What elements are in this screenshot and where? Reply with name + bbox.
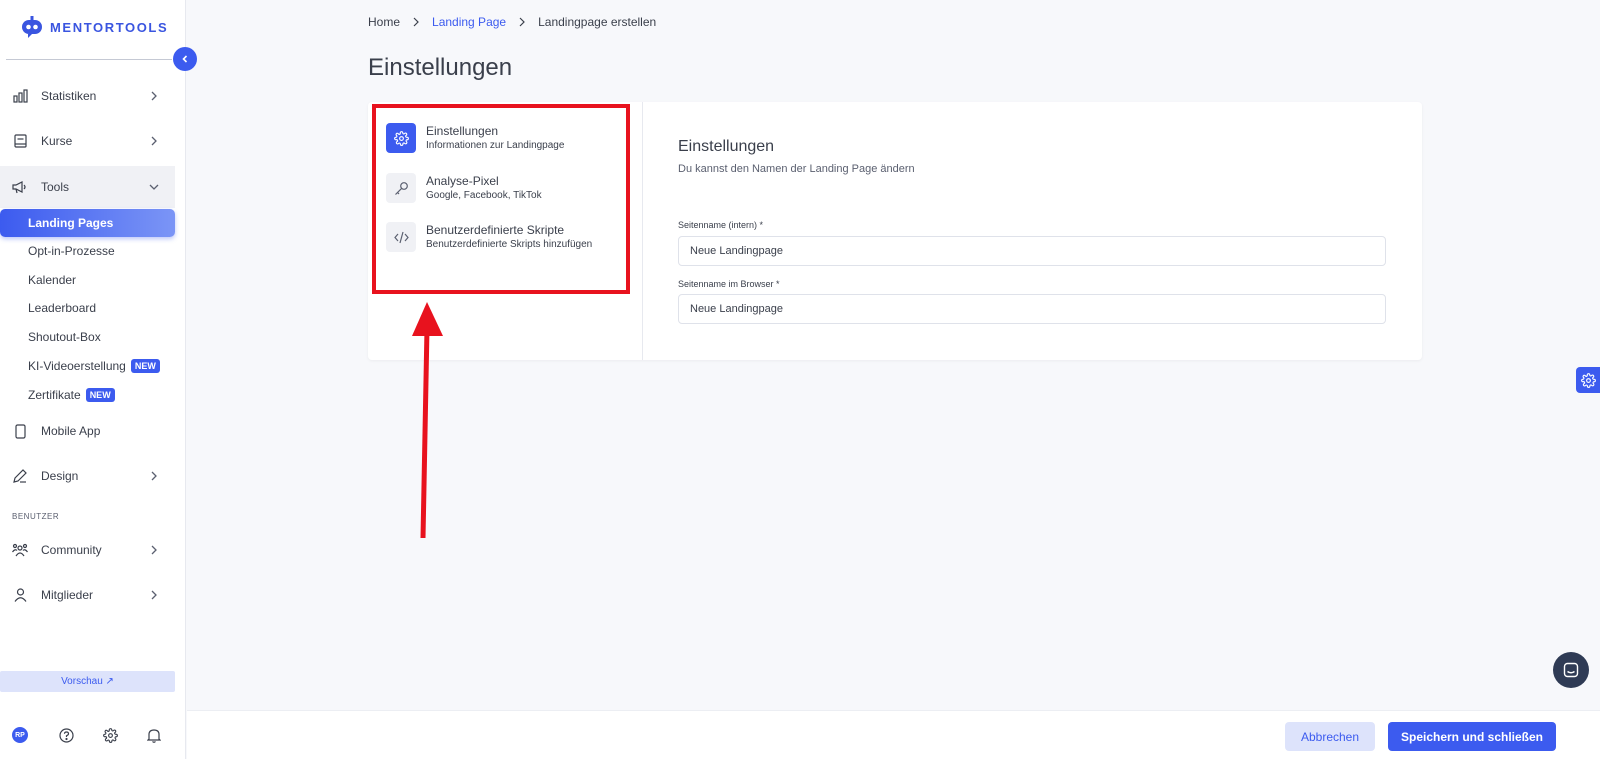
settings-form: Einstellungen Du kannst den Namen der La… xyxy=(678,138,1388,324)
sidebar-subitem-kalender[interactable]: Kalender xyxy=(28,270,76,290)
divider xyxy=(642,102,643,360)
page-name-internal-input[interactable] xyxy=(678,236,1386,266)
sidebar-item-label: Mobile App xyxy=(41,424,101,438)
chevron-right-icon xyxy=(413,17,419,27)
settings-menu-highlight: Einstellungen Informationen zur Landingp… xyxy=(372,104,630,294)
sidebar-subitem-opt-in[interactable]: Opt-in-Prozesse xyxy=(28,241,115,261)
settings-menu-item-skripte[interactable]: Benutzerdefinierte Skripte Benutzerdefin… xyxy=(386,219,626,255)
gear-icon xyxy=(386,123,416,153)
sidebar-bottom-bar: RP xyxy=(12,727,172,747)
floating-settings-button[interactable] xyxy=(1576,367,1600,393)
chevron-down-icon xyxy=(149,184,159,190)
settings-menu-title: Benutzerdefinierte Skripte xyxy=(426,223,565,237)
settings-menu-subtitle: Informationen zur Landingpage xyxy=(426,140,565,151)
settings-menu-subtitle: Benutzerdefinierte Skripts hinzufügen xyxy=(426,239,593,250)
chevron-right-icon xyxy=(151,590,157,600)
settings-menu-item-analyse-pixel[interactable]: Analyse-Pixel Google, Facebook, TikTok xyxy=(386,170,626,206)
sidebar-subitem-landing-pages[interactable]: Landing Pages xyxy=(0,209,175,237)
form-title: Einstellungen xyxy=(678,138,775,155)
save-and-close-button[interactable]: Speichern und schließen xyxy=(1388,722,1556,751)
sidebar-item-label: Tools xyxy=(41,180,70,194)
sidebar-subitem-label: KI-Videoerstellung xyxy=(28,359,126,373)
chat-icon xyxy=(1563,662,1579,678)
mentortools-logo-icon xyxy=(20,16,44,38)
code-icon xyxy=(386,222,416,252)
sidebar-subitem-ki-videoerstellung[interactable]: KI-Videoerstellung NEW xyxy=(28,356,160,376)
sidebar-item-kurse[interactable]: Kurse xyxy=(0,122,175,160)
key-icon xyxy=(386,173,416,203)
settings-menu-title: Analyse-Pixel xyxy=(426,174,499,188)
chevron-right-icon xyxy=(151,471,157,481)
user-icon xyxy=(12,587,28,603)
bar-chart-icon xyxy=(12,88,28,104)
breadcrumb-landing-page[interactable]: Landing Page xyxy=(432,15,506,29)
sidebar-item-label: Community xyxy=(41,543,102,557)
collapse-sidebar-button[interactable] xyxy=(173,47,197,71)
chevron-right-icon xyxy=(151,136,157,146)
sidebar-item-design[interactable]: Design xyxy=(0,457,175,495)
chat-launcher-button[interactable] xyxy=(1553,652,1589,688)
sidebar-subitem-shoutout-box[interactable]: Shoutout-Box xyxy=(28,327,101,347)
gear-icon xyxy=(1580,372,1596,388)
sidebar-subitem-label: Zertifikate xyxy=(28,388,81,402)
sidebar-item-mobile-app[interactable]: Mobile App xyxy=(0,412,175,450)
chevron-right-icon xyxy=(151,545,157,555)
avatar[interactable]: RP xyxy=(12,727,28,743)
settings-card: Einstellungen Informationen zur Landingp… xyxy=(368,102,1422,360)
form-description: Du kannst den Namen der Landing Page änd… xyxy=(678,163,915,175)
chevron-right-icon xyxy=(519,17,525,27)
page-title: Einstellungen xyxy=(368,54,513,81)
field-label: Seitenname im Browser * xyxy=(678,279,780,289)
logo-text: MENTORTOOLS xyxy=(50,19,169,35)
field-label: Seitenname (intern) * xyxy=(678,220,764,230)
settings-menu-title: Einstellungen xyxy=(426,124,499,138)
sidebar-item-label: Mitglieder xyxy=(41,588,94,602)
page-name-browser-input[interactable] xyxy=(678,294,1386,324)
sidebar-item-statistiken[interactable]: Statistiken xyxy=(0,77,175,115)
sidebar-subitem-zertifikate[interactable]: Zertifikate NEW xyxy=(28,385,115,405)
cancel-button[interactable]: Abbrechen xyxy=(1285,722,1375,751)
settings-menu-subtitle: Google, Facebook, TikTok xyxy=(426,190,542,201)
sidebar-subitem-leaderboard[interactable]: Leaderboard xyxy=(28,298,96,318)
preview-button[interactable]: Vorschau ↗ xyxy=(0,671,175,692)
chevron-right-icon xyxy=(151,91,157,101)
new-badge: NEW xyxy=(85,388,115,402)
sidebar: MENTORTOOLS Statistiken Kurse Tools Land… xyxy=(0,0,186,759)
annotation-arrow xyxy=(412,302,443,539)
breadcrumb-current: Landingpage erstellen xyxy=(538,15,657,29)
phone-icon xyxy=(12,423,28,439)
sidebar-item-label: Statistiken xyxy=(41,89,97,103)
pencil-icon xyxy=(12,468,28,484)
bell-icon[interactable] xyxy=(146,727,162,743)
help-icon[interactable] xyxy=(58,727,74,743)
sidebar-item-label: Kurse xyxy=(41,134,73,148)
megaphone-icon xyxy=(12,179,28,195)
sidebar-item-label: Design xyxy=(41,469,79,483)
divider xyxy=(6,59,172,60)
gear-icon[interactable] xyxy=(102,727,118,743)
breadcrumb-home[interactable]: Home xyxy=(368,15,400,29)
people-icon xyxy=(12,542,28,558)
sidebar-item-mitglieder[interactable]: Mitglieder xyxy=(0,576,175,614)
new-badge: NEW xyxy=(130,359,160,373)
sidebar-item-community[interactable]: Community xyxy=(0,531,175,569)
settings-menu-item-einstellungen[interactable]: Einstellungen Informationen zur Landingp… xyxy=(386,120,626,156)
section-label-benutzer: BENUTZER xyxy=(12,512,60,521)
book-icon xyxy=(12,133,28,149)
logo[interactable]: MENTORTOOLS xyxy=(20,16,168,38)
chevron-left-icon xyxy=(182,55,188,63)
breadcrumb: Home Landing Page Landingpage erstellen xyxy=(368,15,656,29)
sidebar-item-tools[interactable]: Tools xyxy=(0,166,175,208)
